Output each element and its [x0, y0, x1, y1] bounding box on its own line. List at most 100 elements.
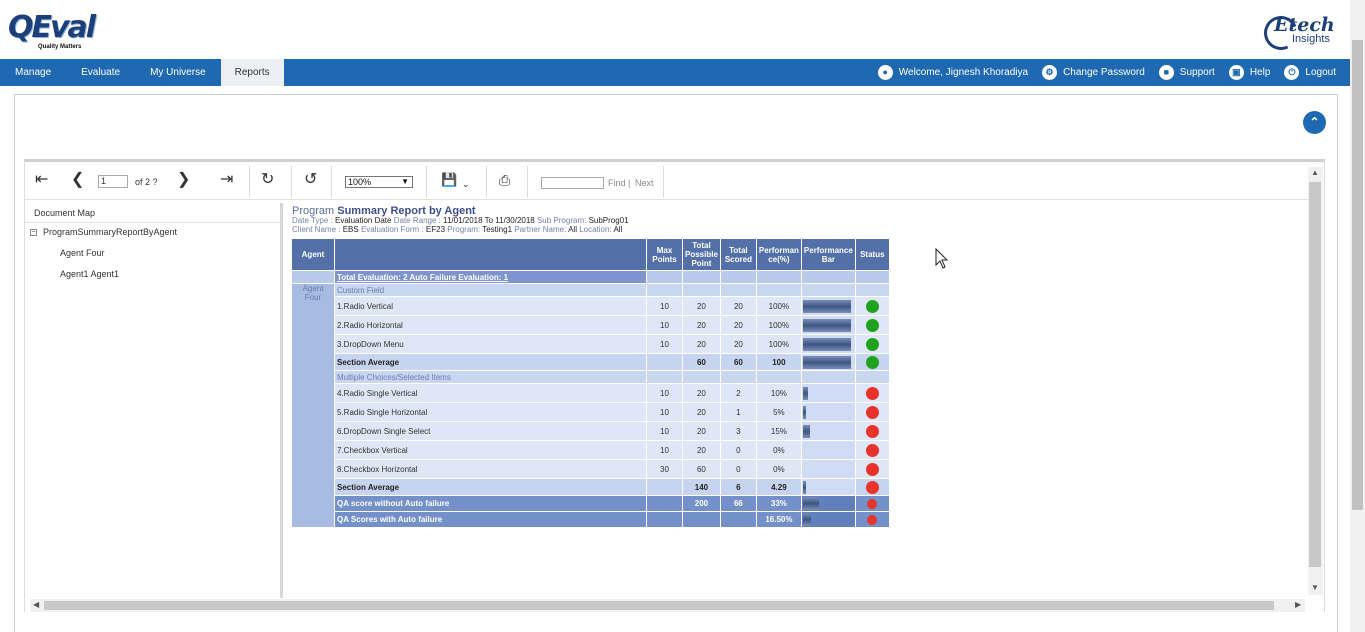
prev-page-icon[interactable]: ❮ — [71, 171, 84, 189]
tree-root-node[interactable]: − ProgramSummaryReportByAgent — [30, 227, 177, 237]
location-value: All — [613, 225, 623, 234]
date-range-value: 11/01/2018 To 11/30/2018 — [443, 216, 535, 225]
first-page-icon[interactable]: ⇤ — [35, 171, 48, 189]
performance-value: 16.50% — [755, 511, 802, 528]
collapse-minus-icon[interactable]: − — [30, 228, 37, 236]
performance-bar — [802, 299, 851, 313]
page-number-input[interactable]: 1 — [98, 175, 128, 188]
empty-cell — [854, 283, 890, 297]
performance-bar-fill — [802, 337, 851, 351]
refresh-icon[interactable]: ↻ — [261, 171, 274, 189]
empty-cell — [682, 370, 721, 384]
performance-bar — [803, 463, 851, 476]
page: QEval Quality Matters Etech Insights Man… — [0, 0, 1365, 632]
last-page-icon[interactable]: ⇥ — [220, 171, 233, 189]
report-filter-line-2: Client Name : EBS Evaluation Form : EF23… — [292, 225, 622, 234]
empty-cell — [682, 270, 721, 284]
total-possible-value: 20 — [682, 296, 721, 316]
header-agent: Agent — [291, 238, 335, 271]
print-icon[interactable]: ⎙ — [499, 171, 510, 189]
zoom-value: 100% — [348, 177, 372, 187]
form-label: Evaluation Form : — [360, 225, 424, 234]
question-label: 3.DropDown Menu — [334, 334, 647, 354]
status-green-dot-icon — [865, 318, 879, 332]
max-points-value: 10 — [646, 315, 683, 335]
table-row: 2.Radio Horizontal 10 20 20 100% — [292, 315, 890, 335]
qeval-logo[interactable]: QEval Quality Matters — [8, 10, 96, 52]
performance-value: 100% — [755, 315, 802, 335]
report-vscroll-thumb[interactable] — [1309, 182, 1321, 567]
welcome-user-link[interactable]: ● Welcome, Jignesh Khoradiya — [877, 65, 1028, 80]
status-cell — [854, 402, 890, 422]
window-scroll-thumb[interactable] — [1352, 40, 1363, 510]
performance-value: 10% — [755, 383, 802, 403]
nav-my-universe[interactable]: My Universe — [135, 59, 221, 86]
empty-cell — [854, 270, 890, 284]
document-map: Document Map − ProgramSummaryReportByAge… — [25, 203, 283, 598]
table-row: 3.DropDown Menu 10 20 20 100% — [292, 334, 890, 354]
header-max-points: Max Points — [646, 238, 683, 271]
status-red-dot-icon — [865, 480, 879, 494]
performance-bar-fill — [802, 299, 851, 313]
window-scrollbar[interactable] — [1350, 0, 1365, 632]
scroll-left-icon[interactable]: ◀ — [33, 600, 39, 609]
scroll-right-icon[interactable]: ▶ — [1295, 600, 1301, 609]
qa-score-row: QA score without Auto failure 200 66 33% — [292, 495, 890, 512]
performance-bar — [802, 497, 851, 510]
performance-value: 0% — [755, 440, 802, 460]
client-label: Client Name : — [292, 225, 341, 234]
tree-node-agent1[interactable]: Agent1 Agent1 — [60, 269, 119, 279]
report-hscroll-thumb[interactable] — [44, 601, 1274, 610]
logout-label: Logout — [1305, 67, 1336, 78]
performance-value: 0% — [755, 459, 802, 479]
empty-cell — [854, 370, 890, 384]
status-red-dot-icon — [865, 443, 879, 457]
question-label: 4.Radio Single Vertical — [334, 383, 647, 403]
next-link[interactable]: Next — [635, 178, 654, 188]
performance-bar-cell — [800, 402, 856, 422]
table-row: 4.Radio Single Vertical 10 20 2 10% — [292, 383, 890, 403]
nav-manage[interactable]: Manage — [0, 59, 66, 86]
find-link[interactable]: Find — [608, 178, 626, 188]
performance-value: 15% — [755, 421, 802, 441]
performance-bar — [802, 513, 851, 526]
max-points-value: 10 — [646, 334, 683, 354]
performance-bar-fill — [802, 355, 851, 369]
section-name: Multiple Choices/Selected Items — [334, 370, 647, 384]
save-export-icon[interactable]: 💾 — [441, 171, 457, 189]
total-evaluation-link[interactable]: Total Evaluation: 2 Auto Failure Evaluat… — [334, 270, 647, 284]
report-vertical-scrollbar[interactable]: ▲ ▼ — [1308, 167, 1323, 595]
collapse-chevron-up-icon[interactable]: ⌃ — [1303, 111, 1326, 134]
tree-node-agent-four[interactable]: Agent Four — [60, 248, 105, 258]
nav-evaluate[interactable]: Evaluate — [66, 59, 135, 86]
partner-label: Partner Name: — [514, 225, 567, 234]
export-dropdown-icon[interactable]: ⌄ — [462, 175, 470, 193]
status-red-dot-icon — [865, 424, 879, 438]
program-label: Program: — [447, 225, 481, 234]
table-row: 5.Radio Single Horizontal 10 20 1 5% — [292, 402, 890, 422]
scroll-up-icon[interactable]: ▲ — [1311, 168, 1319, 177]
max-points-value: 10 — [646, 402, 683, 422]
total-scored-value: 66 — [719, 495, 757, 512]
report-toolbar: ⇤ ❮ 1 of 2 ? ❯ ⇥ ↻ ↺ 100% ▼ 💾 ⌄ ⎙ Find |… — [25, 162, 1308, 200]
find-input[interactable] — [541, 177, 604, 189]
empty-cell — [719, 283, 757, 297]
table-row: 6.DropDown Single Select 10 20 3 15% — [292, 421, 890, 441]
question-label: 8.Checkbox Horizontal — [334, 459, 647, 479]
total-scored-value: 20 — [719, 315, 757, 335]
change-password-link[interactable]: ⚙ Change Password — [1042, 65, 1145, 80]
support-link[interactable]: ■ Support — [1158, 65, 1215, 80]
nav-reports[interactable]: Reports — [220, 59, 284, 86]
performance-bar-cell — [800, 478, 856, 496]
toolbar-divider — [527, 166, 528, 198]
help-link[interactable]: ▣ Help — [1228, 65, 1270, 80]
performance-value: 5% — [755, 402, 802, 422]
back-icon[interactable]: ↺ — [304, 171, 317, 189]
next-page-icon[interactable]: ❯ — [177, 171, 190, 189]
logout-link[interactable]: ⏻ Logout — [1284, 65, 1336, 80]
help-icon: ▣ — [1228, 65, 1244, 80]
report-content: Program Summary Report by Agent Date Typ… — [287, 203, 1307, 598]
report-horizontal-scrollbar[interactable]: ◀ ▶ — [30, 599, 1305, 612]
scroll-down-icon[interactable]: ▼ — [1311, 583, 1319, 592]
zoom-select[interactable]: 100% ▼ — [345, 176, 413, 188]
